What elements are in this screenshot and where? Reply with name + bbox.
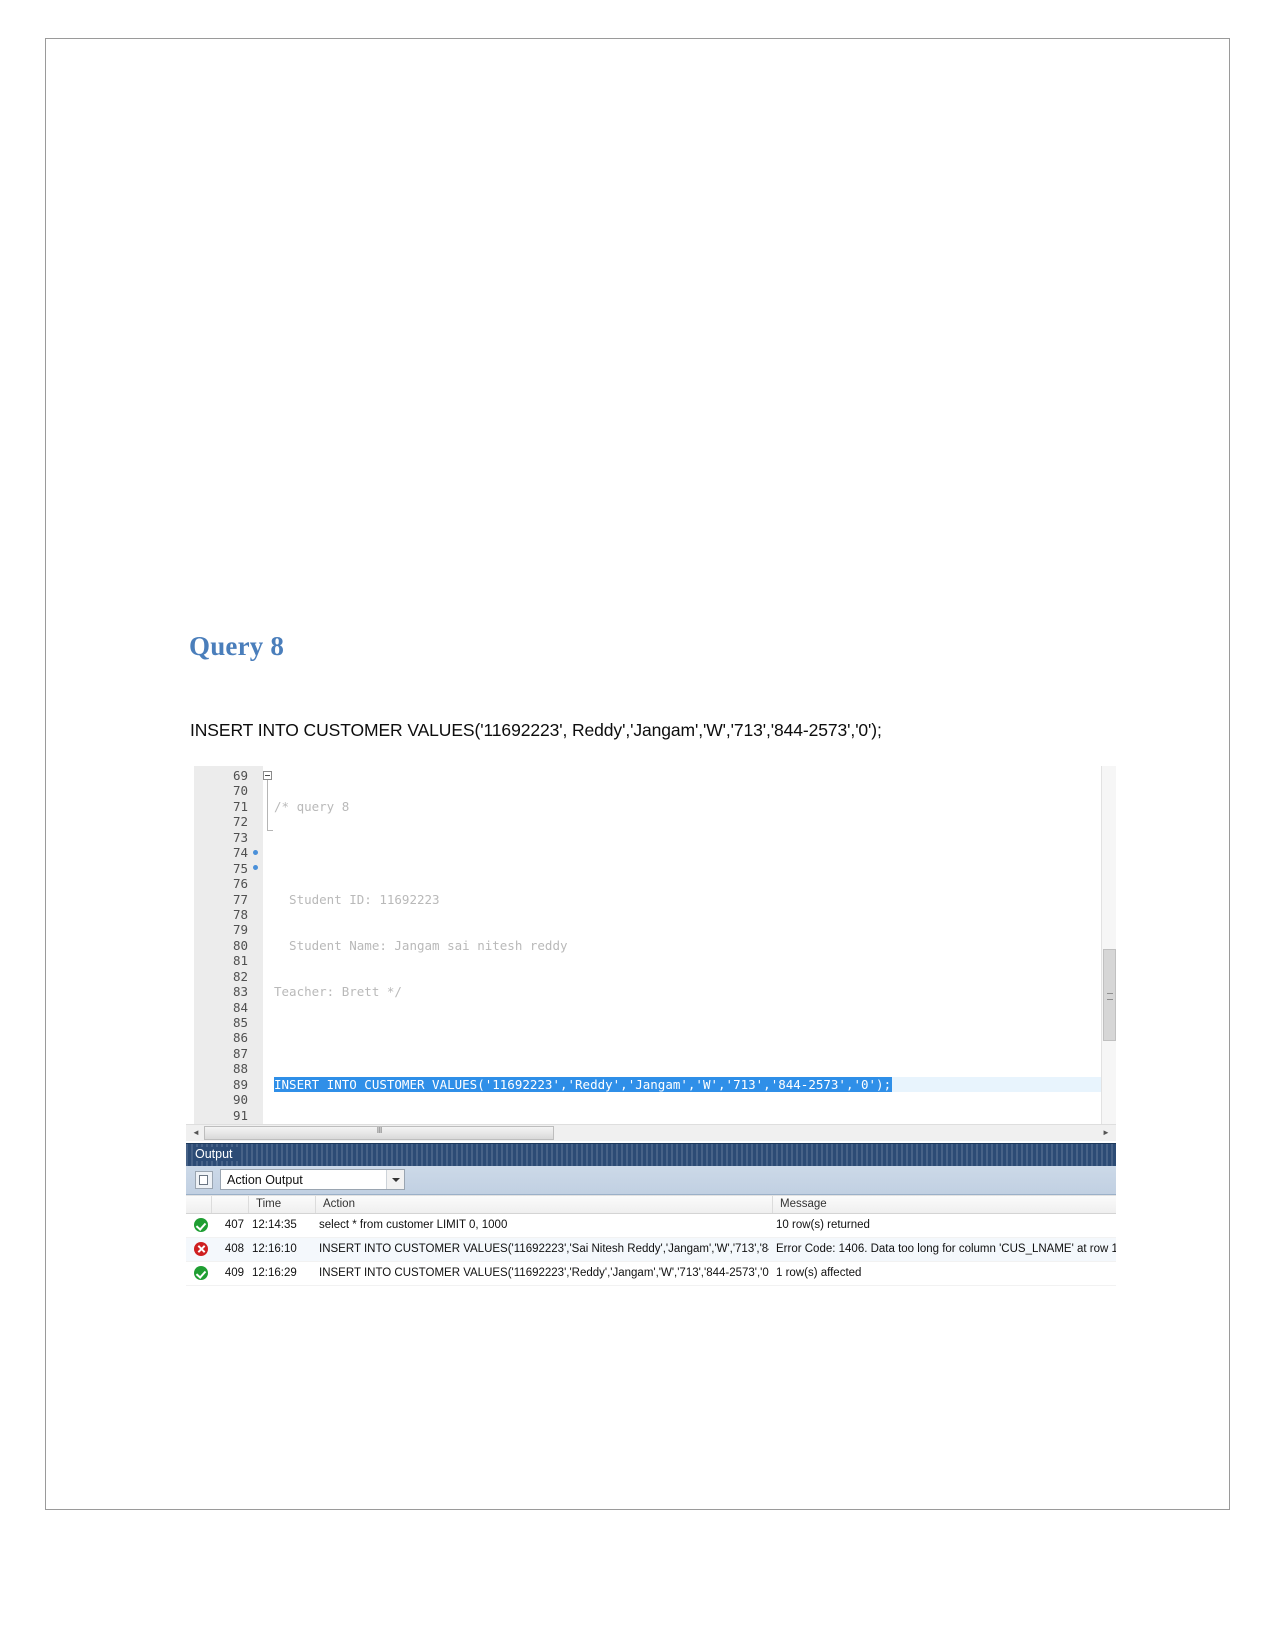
mysql-workbench-screenshot: 69 70 71 72 73 74 75 76 77 78 79 80 81 8… bbox=[186, 766, 1116, 1330]
line-number: 90 bbox=[232, 1092, 248, 1108]
line-number: 88 bbox=[232, 1061, 248, 1077]
output-panel-title-bar: Output bbox=[186, 1143, 1116, 1166]
output-toolbar: Action Output bbox=[186, 1166, 1116, 1195]
table-row[interactable]: 409 12:16:29 INSERT INTO CUSTOMER VALUES… bbox=[186, 1262, 1116, 1286]
chevron-down-icon[interactable] bbox=[386, 1170, 404, 1189]
line-number: 85 bbox=[232, 1015, 248, 1030]
line-number: 83 bbox=[232, 984, 248, 1000]
row-action: INSERT INTO CUSTOMER VALUES('11692223','… bbox=[319, 1267, 769, 1279]
status-success-icon bbox=[194, 1218, 208, 1232]
row-time: 12:16:29 bbox=[252, 1267, 297, 1279]
editor-line-numbers: 69 70 71 72 73 74 75 76 77 78 79 80 81 8… bbox=[194, 768, 248, 1123]
editor-vertical-scroll-thumb[interactable] bbox=[1103, 949, 1116, 1041]
column-header-time: Time bbox=[256, 1198, 282, 1210]
output-panel-title: Output bbox=[195, 1147, 238, 1161]
row-number: 407 bbox=[224, 1219, 244, 1231]
line-number: 72 bbox=[232, 814, 248, 830]
page-title: Query 8 bbox=[189, 631, 285, 661]
sql-editor-pane[interactable]: 69 70 71 72 73 74 75 76 77 78 79 80 81 8… bbox=[186, 766, 1116, 1124]
status-success-icon bbox=[194, 1266, 208, 1280]
row-action: INSERT INTO CUSTOMER VALUES('11692223','… bbox=[319, 1243, 769, 1255]
code-line: Teacher: Brett */ bbox=[274, 984, 402, 1000]
line-number: 87 bbox=[232, 1045, 248, 1061]
column-header-message: Message bbox=[780, 1198, 827, 1210]
editor-horizontal-scroll-thumb[interactable] bbox=[204, 1126, 554, 1140]
code-line: /* query 8 bbox=[274, 798, 350, 814]
copy-rows-icon[interactable] bbox=[195, 1171, 213, 1189]
editor-bookmark-column[interactable] bbox=[248, 768, 262, 876]
sql-statement-paragraph: INSERT INTO CUSTOMER VALUES('11692223', … bbox=[190, 720, 882, 740]
line-number: 89 bbox=[232, 1076, 248, 1092]
line-number: 91 bbox=[232, 1107, 248, 1123]
row-message: 1 row(s) affected bbox=[776, 1267, 862, 1279]
scroll-left-arrow-icon[interactable]: ◄ bbox=[188, 1125, 204, 1141]
line-number: 78 bbox=[232, 906, 248, 922]
row-message: 10 row(s) returned bbox=[776, 1219, 870, 1231]
column-header-action: Action bbox=[323, 1198, 355, 1210]
bookmark-dot-icon[interactable] bbox=[248, 861, 262, 876]
row-message: Error Code: 1406. Data too long for colu… bbox=[776, 1243, 1116, 1255]
editor-code-area[interactable]: /* query 8 Student ID: 11692223 Student … bbox=[274, 768, 1116, 1123]
code-line: Student ID: 11692223 bbox=[274, 891, 440, 907]
collapse-fold-icon[interactable] bbox=[263, 771, 272, 780]
line-number: 81 bbox=[232, 953, 248, 969]
action-output-table-header: Time Action Message bbox=[186, 1196, 1116, 1214]
code-line: Student Name: Jangam sai nitesh reddy bbox=[274, 937, 568, 953]
output-type-select-value: Action Output bbox=[227, 1173, 303, 1187]
line-number: 74 bbox=[232, 845, 248, 861]
table-row[interactable]: 408 12:16:10 INSERT INTO CUSTOMER VALUES… bbox=[186, 1238, 1116, 1262]
selected-code-row: INSERT INTO CUSTOMER VALUES('11692223','… bbox=[274, 1076, 1116, 1093]
line-number: 86 bbox=[232, 1030, 248, 1046]
line-number: 73 bbox=[232, 829, 248, 845]
scroll-right-arrow-icon[interactable]: ► bbox=[1098, 1125, 1114, 1141]
table-row[interactable]: 407 12:14:35 select * from customer LIMI… bbox=[186, 1214, 1116, 1238]
row-time: 12:16:10 bbox=[252, 1243, 297, 1255]
fold-end-marker bbox=[267, 830, 273, 831]
action-output-table: Time Action Message 407 12:14:35 select … bbox=[186, 1195, 1116, 1330]
row-time: 12:14:35 bbox=[252, 1219, 297, 1231]
editor-vertical-scrollbar[interactable] bbox=[1101, 766, 1116, 1124]
line-number: 84 bbox=[232, 999, 248, 1015]
status-error-icon bbox=[194, 1242, 208, 1256]
line-number: 76 bbox=[232, 876, 248, 892]
line-number: 71 bbox=[232, 798, 248, 814]
fold-line bbox=[267, 780, 268, 830]
row-number: 409 bbox=[224, 1267, 244, 1279]
row-number: 408 bbox=[224, 1243, 244, 1255]
output-panel: Output Action Output Time Action Message… bbox=[186, 1143, 1116, 1330]
line-number: 75 bbox=[232, 860, 248, 876]
line-number: 77 bbox=[232, 891, 248, 907]
output-type-select[interactable]: Action Output bbox=[220, 1169, 405, 1190]
bookmark-dot-icon[interactable] bbox=[248, 845, 262, 860]
line-number: 80 bbox=[232, 937, 248, 953]
line-number: 79 bbox=[232, 922, 248, 938]
line-number: 70 bbox=[232, 783, 248, 799]
editor-horizontal-scrollbar[interactable]: ◄ ► bbox=[186, 1124, 1116, 1141]
selected-sql-statement[interactable]: INSERT INTO CUSTOMER VALUES('11692223','… bbox=[274, 1076, 893, 1093]
line-number: 69 bbox=[232, 768, 248, 783]
line-number: 82 bbox=[232, 968, 248, 984]
row-action: select * from customer LIMIT 0, 1000 bbox=[319, 1219, 508, 1231]
document-page-frame: Query 8 INSERT INTO CUSTOMER VALUES('116… bbox=[45, 38, 1230, 1510]
